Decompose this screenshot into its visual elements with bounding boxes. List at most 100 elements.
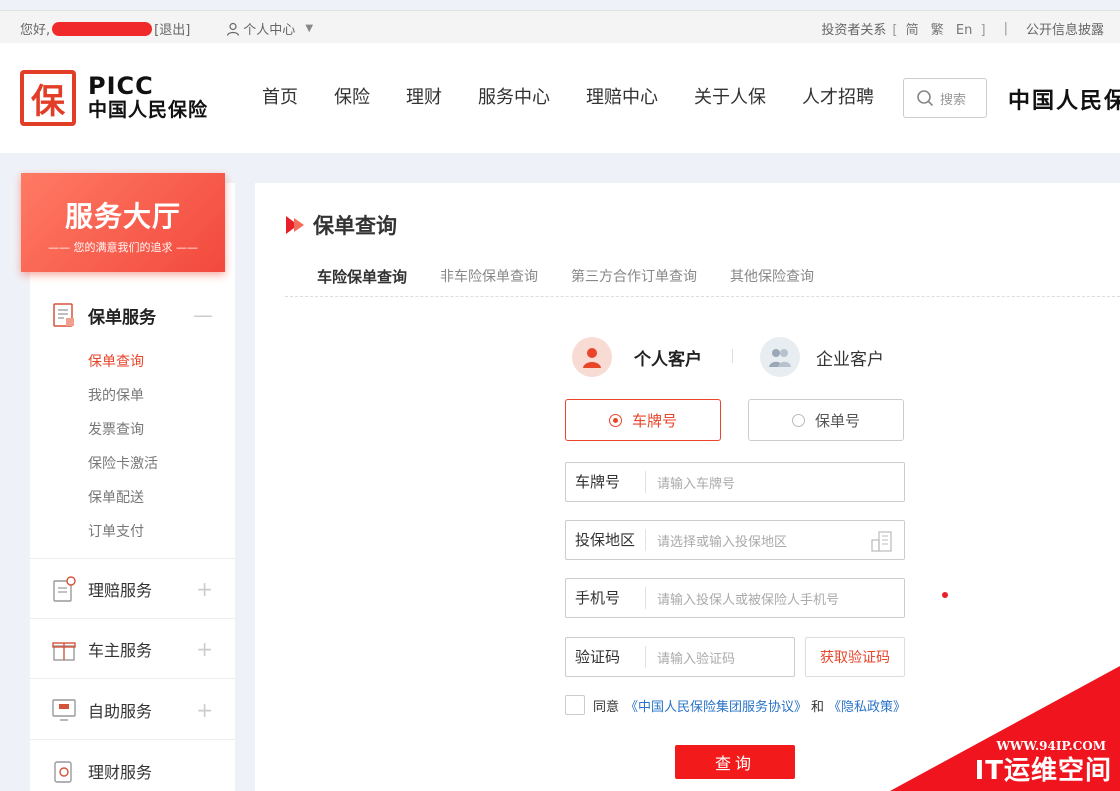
mobile-number-field[interactable]: 手机号 请输入投保人或被保险人手机号 xyxy=(565,578,905,618)
field-label: 车牌号 xyxy=(566,471,646,493)
person-avatar-icon xyxy=(572,337,612,377)
menu-policy-service: 保单服务 — 保单查询 我的保单 发票查询 保险卡激活 保单配送 订单支付 xyxy=(30,285,235,549)
logo-text: PICC 中国人民保险 xyxy=(88,74,208,122)
username-redacted xyxy=(52,21,153,36)
field-placeholder: 请选择或输入投保地区 xyxy=(657,534,788,550)
chevron-down-icon: ▼ xyxy=(305,23,314,34)
watermark: WWW.94IP.COM IT运维空间 xyxy=(890,666,1120,791)
field-placeholder: 请输入验证码 xyxy=(657,651,736,667)
submenu-policy-delivery[interactable]: 保单配送 xyxy=(88,481,235,515)
customer-type-divider xyxy=(732,349,733,363)
customer-type-enterprise[interactable]: 企业客户 xyxy=(760,337,884,377)
agree-prefix: 同意 xyxy=(593,699,620,715)
menu-label-claim-service: 理赔服务 xyxy=(88,580,153,600)
menu-head-policy-service[interactable]: 保单服务 — xyxy=(30,285,235,345)
main-nav: 首页 保险 理财 服务中心 理赔中心 关于人保 人才招聘 xyxy=(262,83,910,109)
submenu-my-policy[interactable]: 我的保单 xyxy=(88,379,235,413)
query-button[interactable]: 查询 xyxy=(675,745,795,779)
submenu-card-activation[interactable]: 保险卡激活 xyxy=(88,447,235,481)
gift-icon xyxy=(52,641,76,661)
wallet-icon xyxy=(54,761,72,783)
top-bar: 您好, [退出] 个人中心 ▼ 投资者关系 [ 简 繁 En ] | 公开信息披… xyxy=(0,10,1120,43)
expand-icon[interactable]: + xyxy=(196,577,213,601)
nav-service-center[interactable]: 服务中心 xyxy=(478,83,550,109)
service-hall-subtitle: —— 您的满意我们的追求 —— xyxy=(48,241,198,254)
verification-code-field[interactable]: 验证码 请输入验证码 xyxy=(565,637,795,677)
insured-region-field[interactable]: 投保地区 请选择或输入投保地区 xyxy=(565,520,905,560)
greeting: 您好, xyxy=(20,23,51,38)
lang-bracket-open: [ xyxy=(892,23,898,38)
plate-number-field[interactable]: 车牌号 请输入车牌号 xyxy=(565,462,905,502)
logout-link[interactable]: [退出] xyxy=(154,19,190,38)
field-placeholder: 请输入车牌号 xyxy=(657,476,736,492)
lang-english[interactable]: En xyxy=(956,23,972,38)
radio-policy-label: 保单号 xyxy=(814,411,860,430)
investor-link[interactable]: 投资者关系 xyxy=(821,19,886,38)
nav-finance[interactable]: 理财 xyxy=(406,83,442,109)
lang-traditional[interactable]: 繁 xyxy=(931,23,944,38)
arrow-right-icon xyxy=(286,216,304,234)
search-box[interactable]: 搜索 xyxy=(903,78,987,118)
policy-submenu: 保单查询 我的保单 发票查询 保险卡激活 保单配送 订单支付 xyxy=(30,345,235,549)
watermark-text: IT运维空间 xyxy=(974,756,1112,786)
menu-head-self-service[interactable]: 自助服务 + xyxy=(30,680,235,740)
submenu-order-payment[interactable]: 订单支付 xyxy=(88,515,235,549)
field-label: 验证码 xyxy=(566,646,646,668)
tab-car-policy[interactable]: 车险保单查询 xyxy=(317,258,408,296)
lang-simplified[interactable]: 简 xyxy=(906,23,919,38)
menu-label-policy-service: 保单服务 xyxy=(88,307,156,328)
document-icon xyxy=(53,303,74,327)
disclosure-link[interactable]: 公开信息披露 xyxy=(1026,19,1104,38)
service-agreement-link[interactable]: 《中国人民保险集团服务协议》 xyxy=(625,696,807,715)
nav-claims-center[interactable]: 理赔中心 xyxy=(586,83,658,109)
agree-checkbox[interactable] xyxy=(565,695,585,715)
expand-icon[interactable]: + xyxy=(196,698,213,722)
indicator-dot xyxy=(942,592,948,598)
query-tabs: 车险保单查询 非车险保单查询 第三方合作订单查询 其他保险查询 xyxy=(285,258,1120,297)
brand-name-right: 中国人民保 xyxy=(1008,89,1120,114)
submenu-invoice-query[interactable]: 发票查询 xyxy=(88,413,235,447)
search-icon xyxy=(917,90,934,107)
menu-car-service: 车主服务 + xyxy=(30,619,235,679)
monitor-icon xyxy=(52,698,76,721)
radio-policy-number[interactable]: 保单号 xyxy=(748,399,904,441)
building-icon[interactable] xyxy=(870,530,894,552)
field-label: 手机号 xyxy=(566,587,646,609)
nav-about[interactable]: 关于人保 xyxy=(694,83,766,109)
nav-insurance[interactable]: 保险 xyxy=(334,83,370,109)
top-bar-right: 投资者关系 [ 简 繁 En ] | 公开信息披露 xyxy=(821,19,1104,38)
user-icon xyxy=(227,22,240,36)
submenu-policy-query[interactable]: 保单查询 xyxy=(88,345,235,379)
radio-dot-icon xyxy=(791,413,805,427)
radio-plate-label: 车牌号 xyxy=(631,411,677,430)
menu-self-service: 自助服务 + xyxy=(30,680,235,740)
search-placeholder: 搜索 xyxy=(940,92,967,108)
page-title-text: 保单查询 xyxy=(313,214,397,238)
collapse-icon[interactable]: — xyxy=(193,303,213,327)
menu-head-finance-service[interactable]: 理财服务 xyxy=(30,741,235,791)
top-bar-left: 您好, [退出] 个人中心 ▼ xyxy=(20,19,313,38)
menu-label-self-service: 自助服务 xyxy=(88,701,153,721)
radio-dot-icon xyxy=(608,413,622,427)
expand-icon[interactable]: + xyxy=(196,637,213,661)
radio-plate-number[interactable]: 车牌号 xyxy=(565,399,721,441)
menu-label-car-service: 车主服务 xyxy=(88,640,153,660)
customer-type-personal[interactable]: 个人客户 xyxy=(572,337,702,377)
tab-other-insurance[interactable]: 其他保险查询 xyxy=(730,258,814,296)
separator: | xyxy=(1003,21,1008,36)
language-switch: [ 简 繁 En ] xyxy=(892,19,985,38)
menu-label-finance-service: 理财服务 xyxy=(88,763,153,782)
tab-non-car-policy[interactable]: 非车险保单查询 xyxy=(440,258,538,296)
logo-en: PICC xyxy=(88,72,154,100)
tab-third-party-order[interactable]: 第三方合作订单查询 xyxy=(571,258,697,296)
menu-head-claim-service[interactable]: 理赔服务 + xyxy=(30,559,235,619)
nav-careers[interactable]: 人才招聘 xyxy=(802,83,874,109)
picc-logo[interactable]: 保 PICC 中国人民保险 xyxy=(20,70,208,126)
user-center-menu[interactable]: 个人中心 ▼ xyxy=(226,19,313,38)
field-placeholder: 请输入投保人或被保险人手机号 xyxy=(657,592,840,608)
field-label: 投保地区 xyxy=(566,529,646,551)
customer-personal-label: 个人客户 xyxy=(634,349,702,370)
group-avatar-icon xyxy=(760,337,800,377)
nav-home[interactable]: 首页 xyxy=(262,83,298,109)
menu-head-car-service[interactable]: 车主服务 + xyxy=(30,619,235,679)
